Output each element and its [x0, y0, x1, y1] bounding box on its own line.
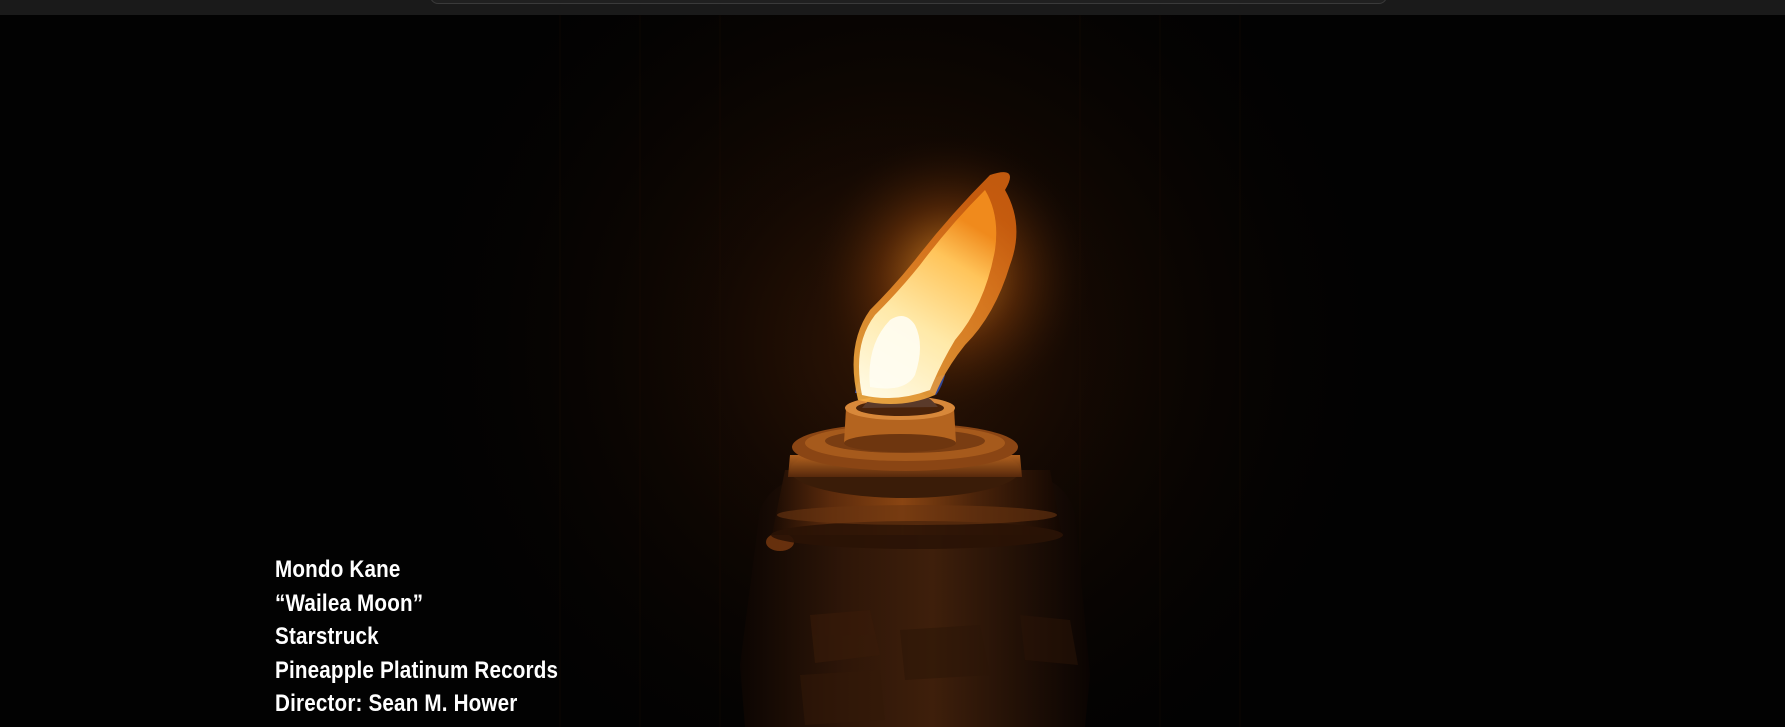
torch-flame-scene — [0, 15, 1785, 727]
credit-director: Director: Sean M. Hower — [275, 690, 518, 717]
video-frame[interactable]: Mondo Kane “Wailea Moon” Starstruck Pine… — [0, 15, 1785, 727]
credit-song-title: “Wailea Moon” — [275, 589, 424, 617]
credit-album: Starstruck — [275, 623, 379, 650]
credit-record-label: Pineapple Platinum Records — [275, 656, 559, 684]
video-credits-overlay: Mondo Kane “Wailea Moon” Starstruck Pine… — [275, 553, 722, 721]
credit-artist: Mondo Kane — [275, 556, 401, 583]
video-player-page: Mondo Kane “Wailea Moon” Starstruck Pine… — [0, 0, 1785, 727]
address-bar[interactable] — [430, 0, 1387, 4]
browser-top-bar — [0, 0, 1785, 15]
